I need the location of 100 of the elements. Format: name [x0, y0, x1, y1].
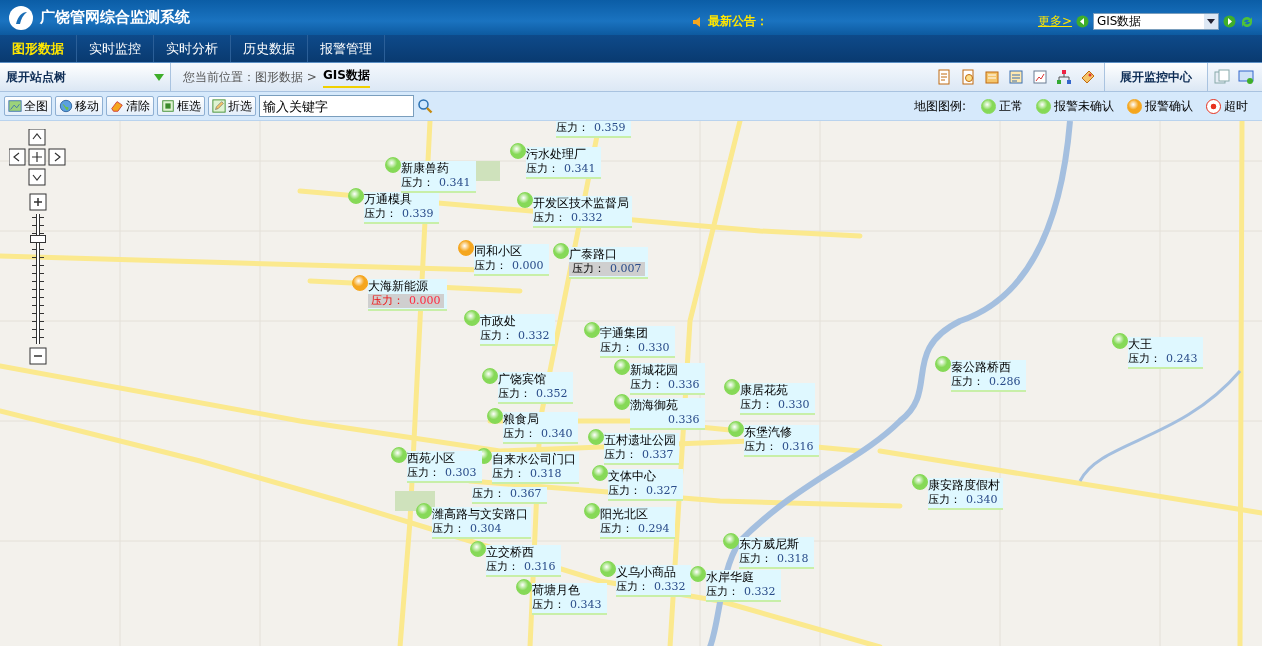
pressure-label: 压力：: [604, 448, 637, 462]
screen-settings-icon[interactable]: [1238, 69, 1254, 85]
station-label[interactable]: 自来水公司门口 压力： 0.318: [492, 452, 579, 484]
station-label[interactable]: 康安路度假村 压力： 0.340: [928, 478, 1003, 510]
station-label[interactable]: 荷塘月色 压力： 0.343: [532, 583, 607, 615]
station-name: 立交桥西: [486, 545, 534, 560]
station-label[interactable]: 开发区技术监督局 压力： 0.332: [533, 196, 632, 228]
pressure-label: 压力：: [472, 487, 505, 501]
station-name: 西苑小区: [407, 451, 455, 466]
station-label[interactable]: 东堡汽修 压力： 0.316: [744, 425, 819, 457]
station-name: 自来水公司门口: [492, 452, 576, 467]
station-name: 宇通集团: [600, 326, 648, 341]
pressure-value: 0.316: [524, 560, 556, 574]
pressure-label: 压力：: [480, 329, 513, 343]
station-label[interactable]: 秦公路桥西 压力： 0.286: [951, 360, 1026, 392]
eraser-icon: [110, 99, 124, 113]
station-name: 大海新能源: [368, 279, 428, 294]
pressure-label: 压力：: [572, 262, 605, 276]
tool-button[interactable]: 清除: [106, 96, 154, 116]
search-icon[interactable]: [417, 98, 433, 114]
station-label[interactable]: 压力： 0.367: [472, 487, 547, 504]
legend-label: 正常: [999, 97, 1023, 115]
legend-label: 报警确认: [1145, 97, 1193, 115]
station-label[interactable]: 文体中心 压力： 0.327: [608, 469, 683, 501]
station-label[interactable]: 五村遗址公园 压力： 0.337: [604, 433, 679, 465]
station-label[interactable]: 广泰路口 压力： 0.007: [569, 247, 648, 279]
station-label[interactable]: 康居花苑 压力： 0.330: [740, 383, 815, 415]
station-label[interactable]: 宇通集团 压力： 0.330: [600, 326, 675, 358]
pressure-label: 压力：: [492, 467, 525, 481]
tree-toggle[interactable]: 展开站点树: [0, 63, 171, 91]
station-label[interactable]: 大王 压力： 0.243: [1128, 337, 1203, 369]
station-name: 粮食局: [503, 412, 539, 427]
magnifier-icon[interactable]: [960, 69, 976, 85]
pressure-value: 0.007: [610, 262, 642, 276]
nav-tab[interactable]: 报警管理: [308, 35, 385, 62]
nav-tab[interactable]: 图形数据: [0, 35, 77, 62]
station-label[interactable]: 义乌小商品 压力： 0.332: [616, 565, 691, 597]
nav-tab[interactable]: 历史数据: [231, 35, 308, 62]
tool-button[interactable]: 移动: [55, 96, 103, 116]
legend-title: 地图图例:: [913, 97, 966, 115]
station-label[interactable]: 压力： 0.359: [556, 121, 631, 138]
zoom-thumb[interactable]: [30, 234, 46, 243]
pressure-value: 0.330: [638, 341, 670, 355]
station-label[interactable]: 新城花园 压力： 0.336: [630, 363, 705, 395]
nav-tab[interactable]: 实时分析: [154, 35, 231, 62]
station-label[interactable]: 新康兽药 压力： 0.341: [401, 161, 476, 193]
zoom-in-icon[interactable]: [29, 193, 47, 211]
station-name: 潍高路与文安路口: [432, 507, 528, 522]
pressure-value: 0.340: [966, 493, 998, 507]
tool-button[interactable]: 框选: [157, 96, 205, 116]
station-label[interactable]: 立交桥西 压力： 0.316: [486, 545, 561, 577]
pressure-value: 0.336: [668, 413, 700, 427]
more-link[interactable]: 更多>: [1037, 13, 1072, 30]
station-label[interactable]: 万通模具 压力： 0.339: [364, 192, 439, 224]
pressure-label: 压力：: [630, 378, 663, 392]
tool-button[interactable]: 全图: [4, 96, 52, 116]
station-label[interactable]: 水岸华庭 压力： 0.332: [706, 570, 781, 602]
station-label[interactable]: 潍高路与文安路口 压力： 0.304: [432, 507, 531, 539]
legend-label: 超时: [1224, 97, 1248, 115]
monitor-toggle[interactable]: 展开监控中心: [1104, 63, 1208, 91]
station-label[interactable]: 东方威尼斯 压力： 0.318: [739, 537, 814, 569]
nav-tab[interactable]: 实时监控: [77, 35, 154, 62]
station-label[interactable]: 渤海御苑 0.336: [630, 398, 705, 430]
pressure-value: 0.367: [510, 487, 542, 501]
pressure-value: 0.336: [668, 378, 700, 392]
station-label[interactable]: 广饶宾馆 压力： 0.352: [498, 372, 573, 404]
pressure-value: 0.332: [518, 329, 550, 343]
zoom-out-icon[interactable]: [29, 347, 47, 365]
pressure-label: 压力：: [526, 162, 559, 176]
pressure-label: 压力：: [532, 598, 565, 612]
refresh-icon[interactable]: [1240, 14, 1254, 29]
keyword-search-field[interactable]: 输入关键字: [259, 95, 414, 117]
pressure-value: 0.243: [1166, 352, 1198, 366]
station-label[interactable]: 大海新能源 压力： 0.000: [368, 279, 447, 311]
station-label[interactable]: 市政处 压力： 0.332: [480, 314, 555, 346]
pressure-value: 0.343: [570, 598, 602, 612]
pressure-label: 压力：: [951, 375, 984, 389]
station-name: 康居花苑: [740, 383, 788, 398]
pressure-label: 压力：: [616, 580, 649, 594]
document-icon[interactable]: [936, 69, 952, 85]
tool-button[interactable]: 折选: [208, 96, 256, 116]
caret-icon: [154, 73, 164, 81]
chart-icon[interactable]: [1032, 69, 1048, 85]
station-label[interactable]: 粮食局 压力： 0.340: [503, 412, 578, 444]
window-icon[interactable]: [1214, 69, 1230, 85]
pressure-value: 0.318: [777, 552, 809, 566]
pressure-value: 0.304: [470, 522, 502, 536]
pressure-label: 压力：: [739, 552, 772, 566]
station-label[interactable]: 西苑小区 压力： 0.303: [407, 451, 482, 483]
station-label[interactable]: 同和小区 压力： 0.000: [474, 244, 549, 276]
station-name: 康安路度假村: [928, 478, 1000, 493]
station-name: 新康兽药: [401, 161, 449, 176]
document-icon[interactable]: [1008, 69, 1024, 85]
station-label[interactable]: 阳光北区 压力： 0.294: [600, 507, 675, 539]
station-label[interactable]: 污水处理厂 压力： 0.341: [526, 147, 601, 179]
station-name: 同和小区: [474, 244, 522, 259]
document-icon[interactable]: [984, 69, 1000, 85]
station-name: 广饶宾馆: [498, 372, 546, 387]
tree-icon[interactable]: [1056, 69, 1072, 85]
view-select[interactable]: GIS数据: [1093, 13, 1219, 30]
